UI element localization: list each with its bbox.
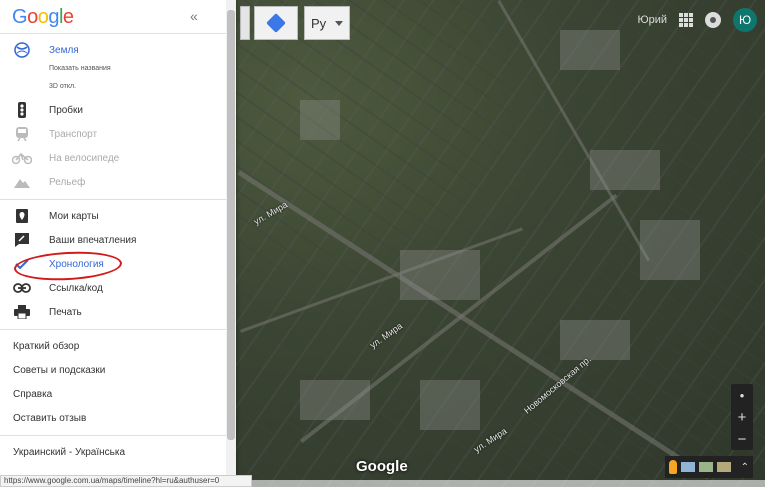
scrollbar-thumb[interactable] [227, 10, 235, 440]
printer-icon [12, 304, 32, 320]
review-icon [12, 232, 32, 248]
bicycle-icon [12, 150, 32, 166]
menu-item-label: Ссылка/код [49, 282, 103, 294]
imagery-thumbnail[interactable] [680, 462, 695, 472]
map-footer [240, 480, 765, 487]
side-menu: Google « Земля Показать названия 3D откл… [0, 0, 236, 487]
help-link-feedback[interactable]: Оставить отзыв [13, 413, 86, 424]
layer-item-bicycle[interactable]: На велосипеде [0, 147, 226, 169]
google-watermark: Google [356, 458, 408, 475]
layer-item-traffic[interactable]: Пробки [0, 99, 226, 121]
earth-layer-item[interactable]: Земля [0, 39, 226, 61]
traffic-light-icon [12, 102, 32, 118]
language-selector-value: Ру [311, 15, 327, 31]
street-label: ул. Мира [252, 199, 290, 227]
map-control-edge[interactable] [240, 6, 250, 40]
zoom-controls: ● + − [731, 384, 753, 450]
layer-label: Транспорт [49, 128, 98, 140]
menu-item-contributions[interactable]: Ваши впечатления [0, 229, 226, 251]
menu-item-label: Мои карты [49, 210, 99, 222]
street-label: ул. Мира [472, 425, 509, 455]
zoom-in-button[interactable]: + [731, 406, 753, 428]
notifications-icon[interactable] [705, 12, 721, 28]
menu-item-print[interactable]: Печать [0, 301, 226, 323]
imagery-thumbnail[interactable] [698, 462, 713, 472]
chevron-down-icon [335, 20, 343, 26]
imagery-thumbnail[interactable] [716, 462, 731, 472]
avatar[interactable]: Ю [733, 8, 757, 32]
street-label: ул. Мира [368, 320, 405, 351]
zoom-out-button[interactable]: − [731, 428, 753, 450]
language-selector[interactable]: Ру [304, 6, 350, 40]
compass-button[interactable]: ● [731, 384, 753, 406]
earth-icon [12, 42, 32, 58]
terrain-icon [12, 174, 32, 190]
sidebar-scrollbar[interactable] [226, 0, 236, 487]
earth-label: Земля [49, 44, 79, 56]
directions-icon [266, 13, 286, 33]
layer-label: Пробки [49, 104, 83, 116]
layer-item-terrain[interactable]: Рельеф [0, 171, 226, 193]
browser-status-url: https://www.google.com.ua/maps/timeline?… [0, 475, 252, 487]
train-icon [12, 126, 32, 142]
menu-item-my-maps[interactable]: Мои карты [0, 205, 226, 227]
link-icon [12, 280, 32, 296]
layer-label: Рельеф [49, 176, 86, 188]
map-bottom-controls: ⌃ [664, 456, 753, 478]
help-link-tour[interactable]: Краткий обзор [13, 341, 79, 352]
show-names-toggle[interactable]: Показать названия [49, 65, 111, 72]
account-bar: Юрий Ю [637, 8, 757, 32]
google-logo: Google [12, 6, 74, 28]
menu-item-label: Печать [49, 306, 82, 318]
help-link-tips[interactable]: Советы и подсказки [13, 365, 105, 376]
map-pin-icon [12, 208, 32, 224]
collapse-menu-button[interactable]: « [190, 8, 198, 24]
menu-item-share-link[interactable]: Ссылка/код [0, 277, 226, 299]
help-link-help[interactable]: Справка [13, 389, 52, 400]
user-name[interactable]: Юрий [637, 14, 667, 26]
menu-item-label: Ваши впечатления [49, 234, 137, 246]
layer-item-transit[interactable]: Транспорт [0, 123, 226, 145]
layer-label: На велосипеде [49, 152, 120, 164]
tilt-toggle[interactable]: 3D откл. [49, 83, 76, 90]
directions-button[interactable] [254, 6, 298, 40]
language-link[interactable]: Украинский - Українська [13, 447, 125, 458]
expand-imagery-button[interactable]: ⌃ [735, 462, 749, 473]
pegman-icon[interactable] [668, 460, 677, 474]
apps-grid-icon[interactable] [679, 13, 693, 27]
